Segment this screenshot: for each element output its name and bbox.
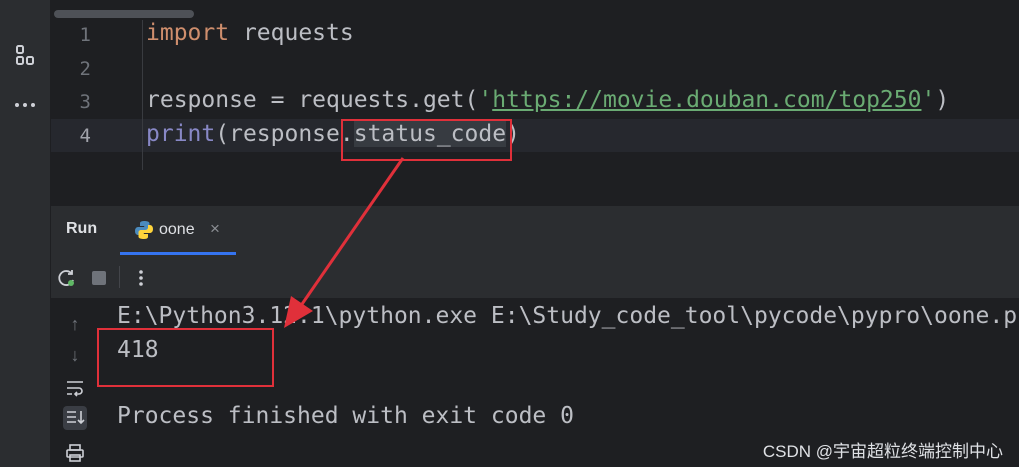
watermark: CSDN @宇宙超粒终端控制中心	[762, 442, 1003, 461]
annotation-arrow	[284, 157, 405, 328]
